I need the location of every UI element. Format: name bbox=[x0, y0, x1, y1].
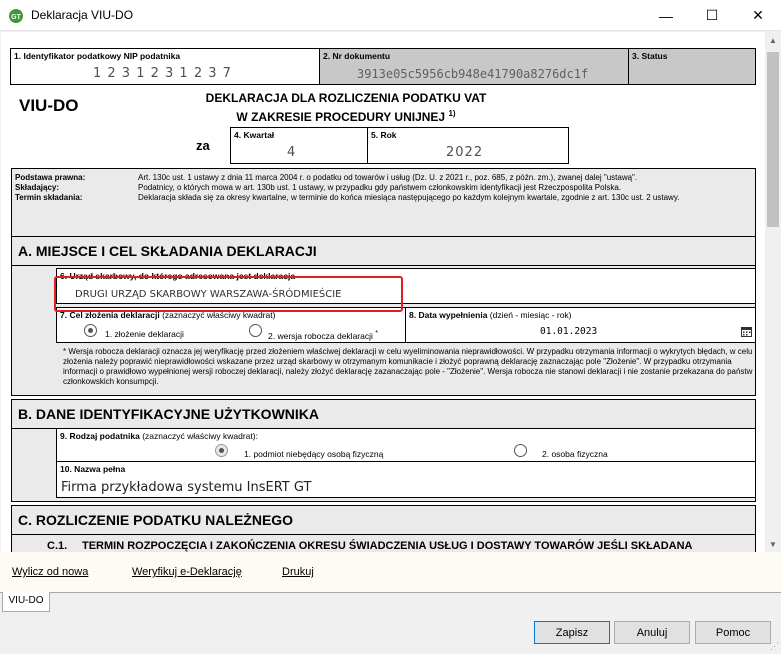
fill-date-label: 8. Data wypełnienia bbox=[409, 310, 488, 320]
za-label: za bbox=[196, 138, 210, 153]
purpose-opt2-label: 2. wersja robocza deklaracji bbox=[268, 330, 373, 341]
tab-strip: VIU-DO bbox=[0, 592, 781, 612]
filer-value: Podatnicy, o których mowa w art. 130b us… bbox=[138, 183, 622, 192]
purpose-opt1-label: 1. złożenie deklaracji bbox=[105, 329, 184, 339]
status-label: Status bbox=[641, 51, 668, 61]
section-c: C. ROZLICZENIE PODATKU NALEŻNEGO C.1. TE… bbox=[11, 505, 756, 552]
minimize-icon: — bbox=[659, 7, 673, 24]
purpose-opt2-footnote: * bbox=[375, 329, 379, 337]
document-number-value: 3913e05c5956cb948e41790a8276dc1f bbox=[357, 67, 589, 81]
save-button[interactable]: Zapisz bbox=[534, 621, 610, 644]
calendar-icon[interactable] bbox=[741, 326, 752, 337]
cancel-button[interactable]: Anuluj bbox=[614, 621, 690, 644]
resize-grip-icon[interactable]: ⋰ bbox=[770, 641, 779, 652]
section-c1-title: TERMIN ROZPOCZĘCIA I ZAKOŃCZENIA OKRESU … bbox=[82, 540, 693, 552]
taxpayer-radio-person[interactable] bbox=[514, 444, 527, 457]
fill-date-value: 01.01.2023 bbox=[540, 326, 598, 337]
svg-text:GT: GT bbox=[11, 14, 21, 21]
quarter-value: 4 bbox=[287, 145, 297, 160]
verify-edeclaration-link[interactable]: Weryfikuj e-Deklarację bbox=[132, 566, 242, 578]
form-heading-footnote: 1) bbox=[448, 109, 456, 118]
purpose-highlight bbox=[54, 276, 403, 312]
year-label-num: 5. bbox=[371, 130, 379, 140]
section-c1-num: C.1. bbox=[47, 540, 68, 552]
nip-label: Identyfikator podatkowy NIP podatnika bbox=[23, 51, 181, 61]
quarter-label-num: 4. bbox=[234, 130, 242, 140]
quarter-field[interactable]: 4. Kwartał 4 bbox=[230, 127, 368, 164]
scroll-down-icon[interactable]: ▼ bbox=[765, 536, 781, 552]
legal-basis-value: Art. 130c ust. 1 ustawy z dnia 11 marca … bbox=[138, 173, 638, 182]
title-bar: GT Deklaracja VIU-DO — ☐ ✕ bbox=[0, 0, 781, 31]
doc-label-num: 2. bbox=[323, 51, 331, 61]
status-label-num: 3. bbox=[632, 51, 640, 61]
nip-field: 1. Identyfikator podatkowy NIP podatnika… bbox=[10, 48, 320, 85]
fill-date-hint: (dzień - miesiąc - rok) bbox=[489, 310, 572, 320]
document-number-field: 2. Nr dokumentu 3913e05c5956cb948e41790a… bbox=[319, 48, 629, 85]
status-field: 3. Status bbox=[628, 48, 756, 85]
taxpayer-type-label: 9. Rodzaj podatnika bbox=[60, 431, 140, 441]
deadline-value: Deklaracja składa się za okresy kwartaln… bbox=[138, 193, 680, 202]
close-button[interactable]: ✕ bbox=[735, 0, 781, 31]
nip-value[interactable]: 1 2 3 1 2 3 1 2 3 7 bbox=[93, 66, 232, 81]
doc-label: Nr dokumentu bbox=[332, 51, 391, 61]
minimize-button[interactable]: — bbox=[643, 0, 689, 31]
maximize-button[interactable]: ☐ bbox=[689, 0, 735, 31]
year-label: Rok bbox=[380, 130, 397, 140]
year-field[interactable]: 5. Rok 2022 bbox=[367, 127, 569, 164]
help-button[interactable]: Pomoc bbox=[695, 621, 771, 644]
taxpayer-type-hint: (zaznaczyć właściwy kwadrat): bbox=[142, 431, 258, 441]
section-c-title: C. ROZLICZENIE PODATKU NALEŻNEGO bbox=[18, 512, 294, 528]
quarter-label: Kwartał bbox=[243, 130, 275, 140]
recalculate-link[interactable]: Wylicz od nowa bbox=[12, 566, 88, 578]
fill-date-field[interactable]: 8. Data wypełnienia (dzień - miesiąc - r… bbox=[405, 307, 756, 343]
maximize-icon: ☐ bbox=[705, 7, 719, 23]
draft-note: * Wersja robocza deklaracji oznacza jej … bbox=[63, 347, 753, 386]
tab-viu-do[interactable]: VIU-DO bbox=[2, 592, 50, 612]
filer-key: Składający: bbox=[15, 183, 60, 192]
year-value: 2022 bbox=[446, 145, 484, 160]
taxpayer-opt2-label: 2. osoba fizyczna bbox=[542, 449, 608, 459]
close-icon: ✕ bbox=[752, 7, 764, 23]
vertical-scrollbar[interactable]: ▲ ▼ bbox=[765, 32, 781, 552]
nip-label-num: 1. bbox=[14, 51, 22, 61]
form-heading-line2: W ZAKRESIE PROCEDURY UNIJNEJ bbox=[236, 110, 446, 124]
window-title: Deklaracja VIU-DO bbox=[31, 8, 134, 22]
full-name-value: Firma przykładowa systemu InsERT GT bbox=[61, 480, 312, 495]
taxpayer-radio-entity[interactable] bbox=[215, 444, 228, 457]
form-heading: DEKLARACJA DLA ROZLICZENIA PODATKU VAT W… bbox=[181, 90, 511, 125]
legal-basis-key: Podstawa prawna: bbox=[15, 173, 86, 182]
full-name-label: 10. Nazwa pełna bbox=[60, 464, 126, 474]
taxpayer-opt1-label: 1. podmiot niebędący osobą fizyczną bbox=[244, 449, 384, 459]
section-b-title: B. DANE IDENTYFIKACYJNE UŻYTKOWNIKA bbox=[18, 406, 320, 422]
purpose-radio-submit[interactable] bbox=[84, 324, 97, 337]
app-icon: GT bbox=[9, 9, 23, 23]
purpose-field: 7. Cel złożenia deklaracji (zaznaczyć wł… bbox=[56, 307, 406, 343]
purpose-radio-draft[interactable] bbox=[249, 324, 262, 337]
full-name-field[interactable]: 10. Nazwa pełna Firma przykładowa system… bbox=[56, 461, 756, 498]
scroll-thumb[interactable] bbox=[767, 52, 779, 227]
form-heading-line1: DEKLARACJA DLA ROZLICZENIA PODATKU VAT bbox=[205, 91, 487, 105]
legal-basis-box: Podstawa prawna: Art. 130c ust. 1 ustawy… bbox=[11, 168, 756, 238]
print-link[interactable]: Drukuj bbox=[282, 566, 314, 578]
action-panel bbox=[0, 552, 781, 592]
scroll-up-icon[interactable]: ▲ bbox=[765, 32, 781, 48]
form-code: VIU-DO bbox=[19, 96, 79, 115]
deadline-key: Termin składania: bbox=[15, 193, 83, 202]
section-a-title: A. MIEJSCE I CEL SKŁADANIA DEKLARACJI bbox=[18, 243, 317, 259]
taxpayer-type-field: 9. Rodzaj podatnika (zaznaczyć właściwy … bbox=[56, 428, 756, 462]
